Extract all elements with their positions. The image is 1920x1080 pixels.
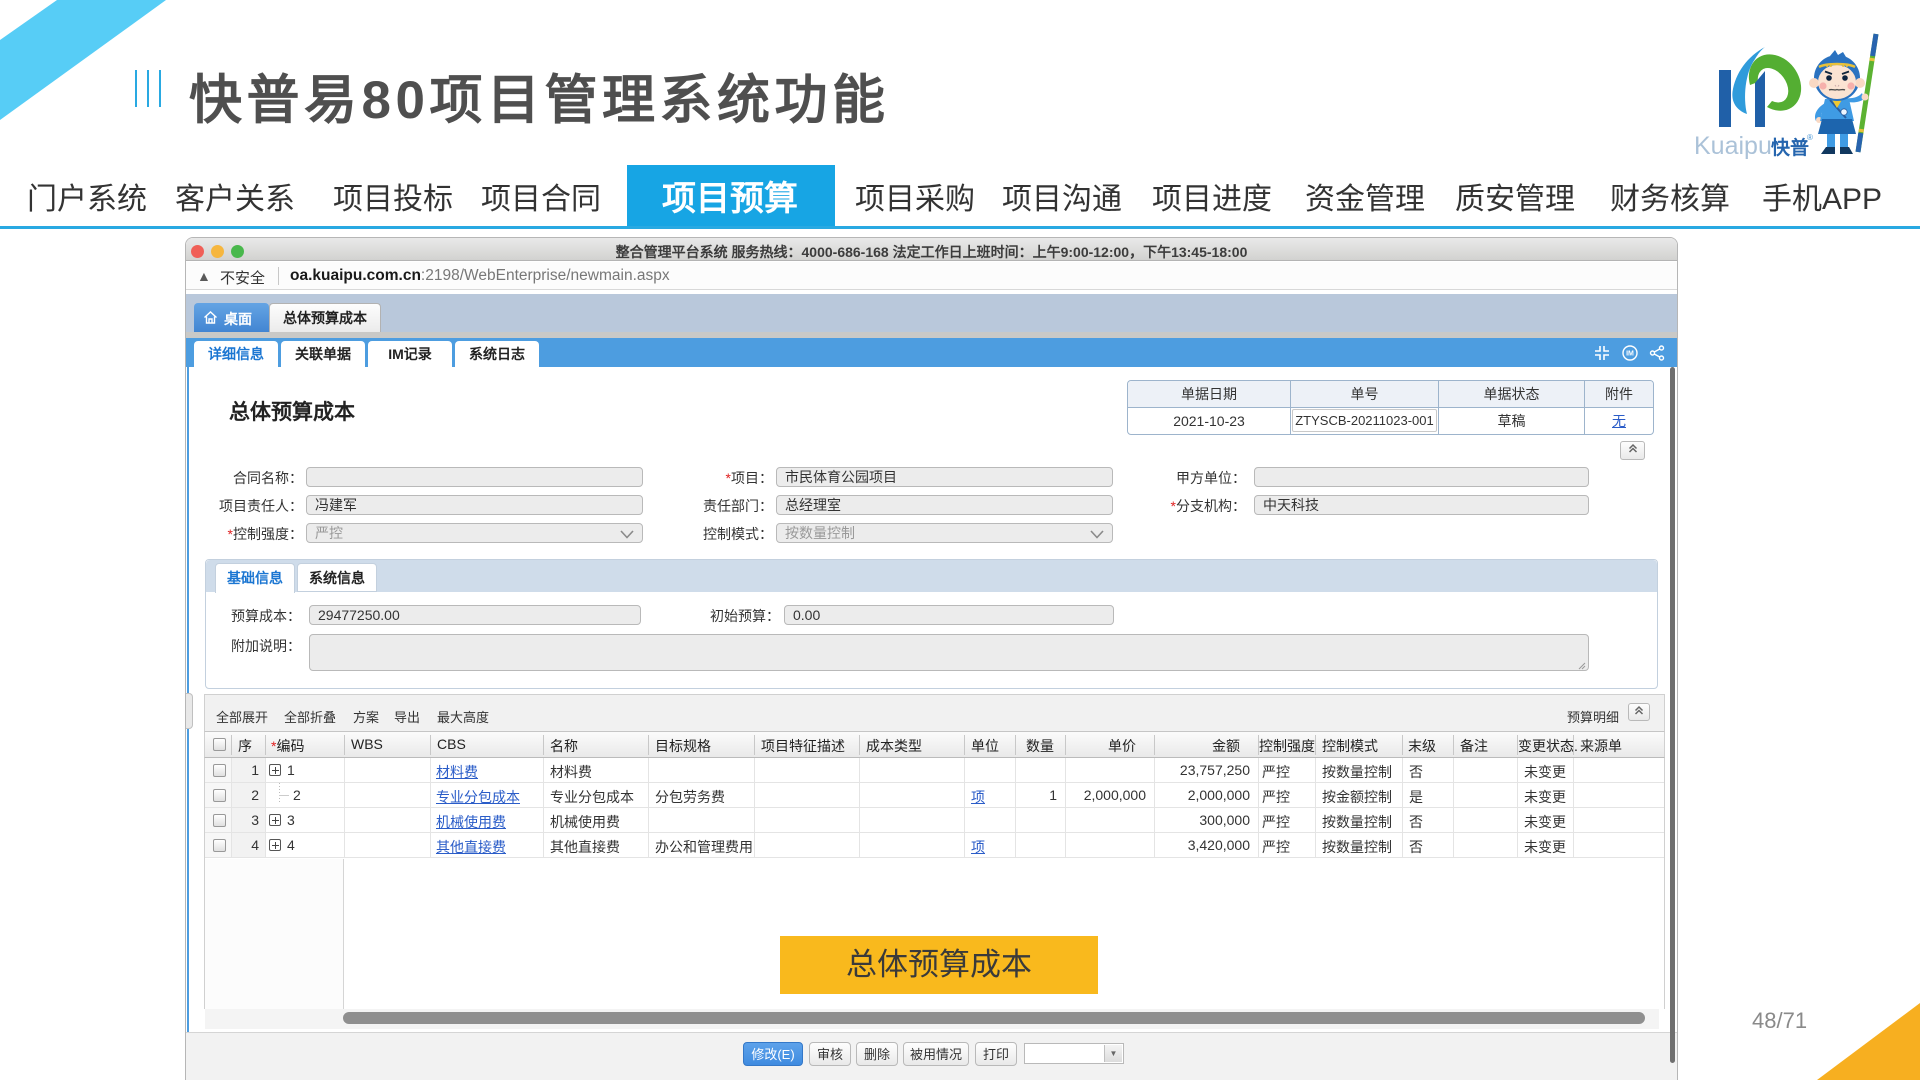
svg-text:快普: 快普 xyxy=(1771,136,1809,159)
svg-text:®: ® xyxy=(1807,133,1813,142)
svg-text:Kuaipu: Kuaipu xyxy=(1694,132,1772,160)
svg-text:IM: IM xyxy=(1626,351,1634,358)
